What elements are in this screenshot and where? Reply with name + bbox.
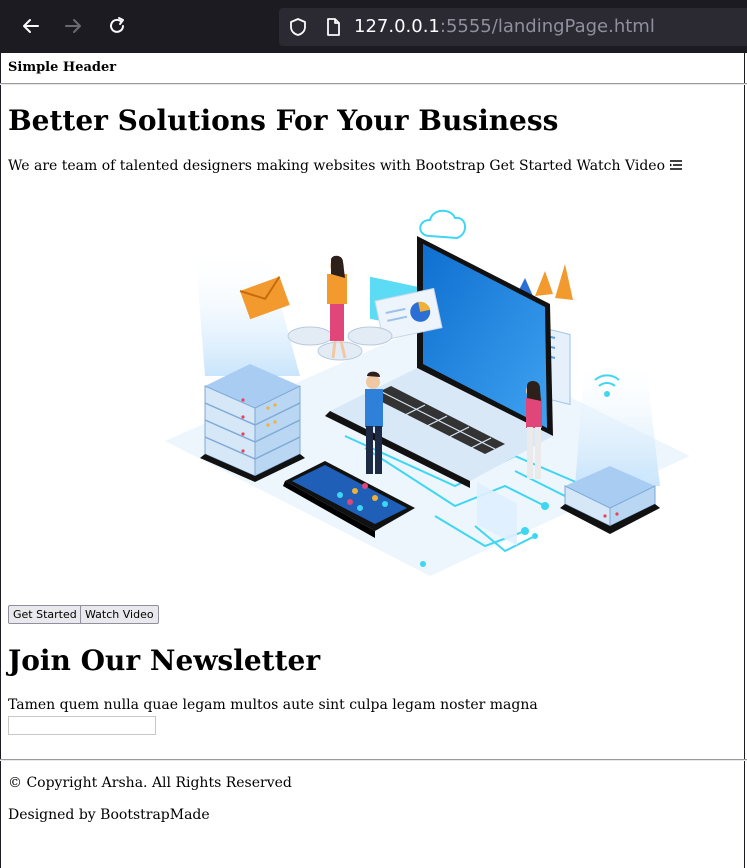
watch-video-button[interactable]: Watch Video [80, 605, 159, 624]
menu-list-icon [670, 160, 683, 170]
footer-copyright: © Copyright Arsha. All Rights Reserved [8, 775, 292, 791]
shield-icon[interactable] [288, 17, 308, 37]
newsletter-email-input[interactable] [8, 716, 156, 735]
back-arrow-icon [23, 19, 39, 33]
hero-title: Better Solutions For Your Business [8, 104, 559, 137]
page-icon[interactable] [323, 17, 343, 37]
footer-credit: Designed by BootstrapMade [8, 807, 210, 823]
address-bar[interactable]: 127.0.0.1:5555/landingPage.html [279, 8, 747, 46]
header-divider [0, 83, 747, 85]
site-header-title: Simple Header [8, 60, 117, 75]
footer-divider [0, 759, 747, 761]
back-button[interactable] [17, 12, 45, 40]
newsletter-title: Join Our Newsletter [8, 644, 321, 677]
reload-button[interactable] [103, 12, 131, 40]
reload-icon [110, 17, 124, 33]
hero-subtitle-text: We are team of talented designers making… [8, 158, 666, 174]
newsletter-text: Tamen quem nulla quae legam multos aute … [8, 697, 538, 713]
forward-arrow-icon [65, 19, 81, 33]
get-started-button[interactable]: Get Started [8, 605, 82, 624]
hero-subtitle: We are team of talented designers making… [8, 158, 683, 174]
browser-toolbar: 127.0.0.1:5555/landingPage.html [0, 0, 747, 53]
hero-illustration [165, 209, 690, 576]
forward-button[interactable] [59, 12, 87, 40]
url-text[interactable]: 127.0.0.1:5555/landingPage.html [354, 16, 655, 37]
